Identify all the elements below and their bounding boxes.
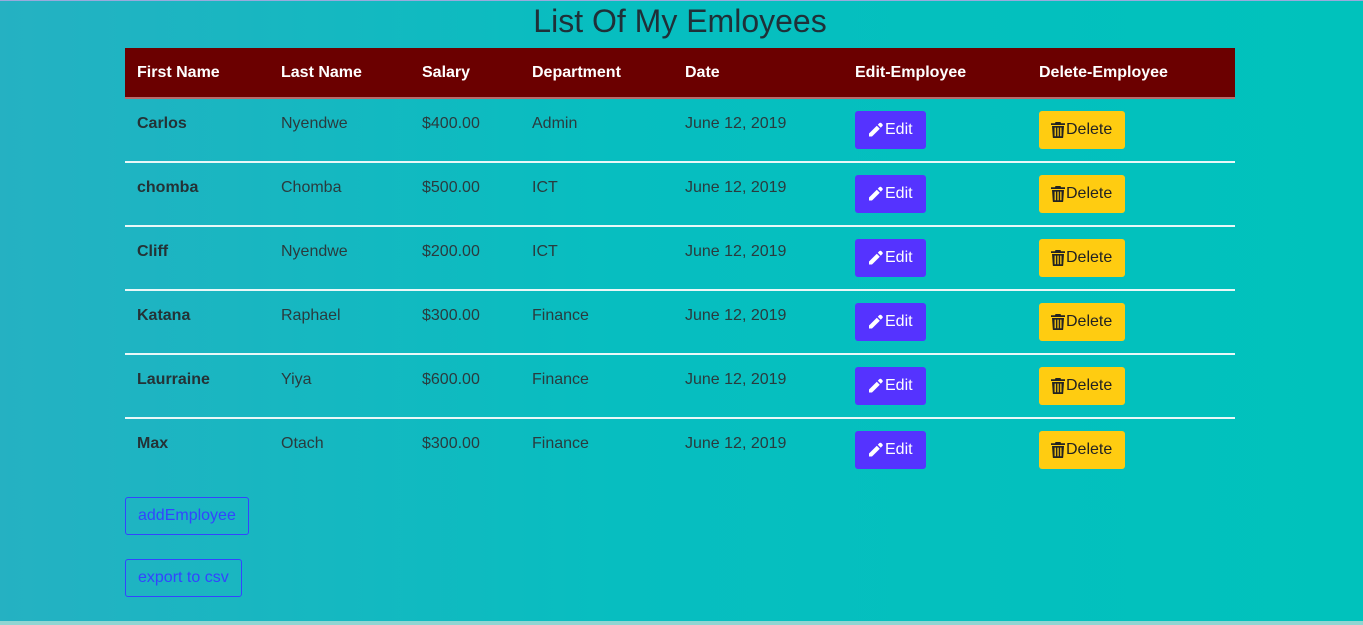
- pencil-icon: [867, 186, 885, 202]
- table-row: chomba Chomba $500.00 ICT June 12, 2019 Edit D…: [125, 162, 1235, 226]
- page-title: List Of My Emloyees: [533, 3, 827, 39]
- first-name-cell: chomba: [137, 179, 199, 196]
- header-last-name: Last Name: [269, 48, 410, 99]
- header-date: Date: [673, 48, 843, 99]
- edit-button-label: Edit: [885, 185, 913, 202]
- salary-cell: $300.00: [422, 307, 480, 324]
- table-row: Katana Raphael $300.00 Finance June 12, 2019…: [125, 290, 1235, 354]
- delete-cell: Delete: [1027, 226, 1235, 290]
- pencil-icon: [867, 314, 885, 330]
- delete-button[interactable]: Delete: [1039, 111, 1126, 149]
- delete-cell: Delete: [1027, 354, 1235, 418]
- edit-button-label: Edit: [885, 377, 913, 394]
- date-cell: June 12, 2019: [685, 307, 787, 324]
- edit-button-label: Edit: [885, 121, 913, 138]
- delete-button-label: Delete: [1066, 121, 1113, 138]
- trash-icon: [1051, 122, 1066, 138]
- table-row: Carlos Nyendwe $400.00 Admin June 12, 2019 Ed…: [125, 98, 1235, 162]
- edit-cell: Edit: [843, 162, 1027, 226]
- edit-cell: Edit: [843, 354, 1027, 418]
- employee-table-container: First Name Last Name Salary Department D…: [125, 48, 1235, 482]
- edit-cell: Edit: [843, 418, 1027, 482]
- edit-button[interactable]: Edit: [855, 303, 926, 341]
- add-employee-button[interactable]: addEmployee: [125, 497, 249, 535]
- pencil-icon: [867, 378, 885, 394]
- department-cell: Finance: [532, 435, 589, 452]
- edit-button-label: Edit: [885, 313, 913, 330]
- delete-button[interactable]: Delete: [1039, 367, 1126, 405]
- delete-cell: Delete: [1027, 98, 1235, 162]
- last-name-cell: Nyendwe: [281, 115, 348, 132]
- last-name-cell: Otach: [281, 435, 324, 452]
- trash-icon: [1051, 186, 1066, 202]
- last-name-cell: Yiya: [281, 371, 312, 388]
- first-name-cell: Carlos: [137, 115, 187, 132]
- table-header-row: First Name Last Name Salary Department D…: [125, 48, 1235, 99]
- delete-button-label: Delete: [1066, 185, 1113, 202]
- first-name-cell: Laurraine: [137, 371, 210, 388]
- trash-icon: [1051, 250, 1066, 266]
- date-cell: June 12, 2019: [685, 115, 787, 132]
- export-csv-button[interactable]: export to csv: [125, 559, 242, 597]
- department-cell: Finance: [532, 307, 589, 324]
- edit-button[interactable]: Edit: [855, 111, 926, 149]
- edit-button[interactable]: Edit: [855, 239, 926, 277]
- employee-table: First Name Last Name Salary Department D…: [125, 48, 1235, 482]
- salary-cell: $400.00: [422, 115, 480, 132]
- department-cell: ICT: [532, 179, 558, 196]
- department-cell: Admin: [532, 115, 578, 132]
- edit-cell: Edit: [843, 290, 1027, 354]
- delete-button-label: Delete: [1066, 313, 1113, 330]
- department-cell: Finance: [532, 371, 589, 388]
- header-first-name: First Name: [125, 48, 269, 99]
- last-name-cell: Nyendwe: [281, 243, 348, 260]
- department-cell: ICT: [532, 243, 558, 260]
- delete-cell: Delete: [1027, 162, 1235, 226]
- date-cell: June 12, 2019: [685, 435, 787, 452]
- header-salary: Salary: [410, 48, 520, 99]
- table-row: Max Otach $300.00 Finance June 12, 2019 Edit D…: [125, 418, 1235, 482]
- header-delete-employee: Delete-Employee: [1027, 48, 1235, 99]
- date-cell: June 12, 2019: [685, 243, 787, 260]
- trash-icon: [1051, 378, 1066, 394]
- delete-button[interactable]: Delete: [1039, 239, 1126, 277]
- edit-button-label: Edit: [885, 249, 913, 266]
- table-row: Laurraine Yiya $600.00 Finance June 12, 2019…: [125, 354, 1235, 418]
- first-name-cell: Cliff: [137, 243, 169, 260]
- delete-button[interactable]: Delete: [1039, 303, 1126, 341]
- delete-cell: Delete: [1027, 290, 1235, 354]
- pencil-icon: [867, 122, 885, 138]
- first-name-cell: Katana: [137, 307, 191, 324]
- date-cell: June 12, 2019: [685, 179, 787, 196]
- last-name-cell: Chomba: [281, 179, 342, 196]
- pencil-icon: [867, 442, 885, 458]
- edit-button-label: Edit: [885, 441, 913, 458]
- salary-cell: $300.00: [422, 435, 480, 452]
- pencil-icon: [867, 250, 885, 266]
- first-name-cell: Max: [137, 435, 169, 452]
- delete-button-label: Delete: [1066, 377, 1113, 394]
- edit-button[interactable]: Edit: [855, 431, 926, 469]
- salary-cell: $600.00: [422, 371, 480, 388]
- date-cell: June 12, 2019: [685, 371, 787, 388]
- delete-cell: Delete: [1027, 418, 1235, 482]
- edit-button[interactable]: Edit: [855, 175, 926, 213]
- trash-icon: [1051, 314, 1066, 330]
- salary-cell: $500.00: [422, 179, 480, 196]
- header-department: Department: [520, 48, 673, 99]
- salary-cell: $200.00: [422, 243, 480, 260]
- edit-button[interactable]: Edit: [855, 367, 926, 405]
- delete-button[interactable]: Delete: [1039, 431, 1126, 469]
- delete-button-label: Delete: [1066, 249, 1113, 266]
- last-name-cell: Raphael: [281, 307, 341, 324]
- delete-button-label: Delete: [1066, 441, 1113, 458]
- trash-icon: [1051, 442, 1066, 458]
- delete-button[interactable]: Delete: [1039, 175, 1126, 213]
- edit-cell: Edit: [843, 98, 1027, 162]
- header-edit-employee: Edit-Employee: [843, 48, 1027, 99]
- table-row: Cliff Nyendwe $200.00 ICT June 12, 2019 Edit D…: [125, 226, 1235, 290]
- edit-cell: Edit: [843, 226, 1027, 290]
